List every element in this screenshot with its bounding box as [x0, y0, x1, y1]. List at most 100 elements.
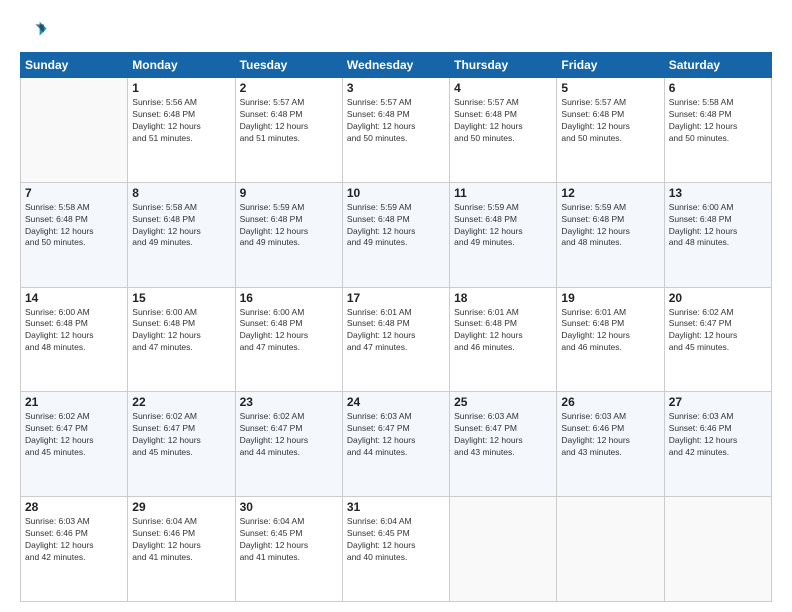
day-info: Sunrise: 5:57 AMSunset: 6:48 PMDaylight:…: [240, 97, 338, 145]
calendar: SundayMondayTuesdayWednesdayThursdayFrid…: [20, 52, 772, 602]
day-number: 20: [669, 291, 767, 305]
day-info: Sunrise: 5:58 AMSunset: 6:48 PMDaylight:…: [25, 202, 123, 250]
day-cell: 28Sunrise: 6:03 AMSunset: 6:46 PMDayligh…: [21, 497, 128, 602]
day-info: Sunrise: 6:00 AMSunset: 6:48 PMDaylight:…: [132, 307, 230, 355]
day-number: 6: [669, 81, 767, 95]
col-header-wednesday: Wednesday: [342, 53, 449, 78]
day-cell: 10 Sunrise: 5:59 AMSunset: 6:48 PMDayligh…: [342, 182, 449, 287]
day-info: Sunrise: 5:59 AMSunset: 6:48 PMDaylight:…: [240, 202, 338, 250]
day-info: Sunrise: 6:03 AMSunset: 6:47 PMDaylight:…: [347, 411, 445, 459]
day-number: 29: [132, 500, 230, 514]
day-info: Sunrise: 5:59 AMSunset: 6:48 PMDaylight:…: [347, 202, 445, 250]
day-info: Sunrise: 5:57 AMSunset: 6:48 PMDaylight:…: [347, 97, 445, 145]
week-row-2: 7 Sunrise: 5:58 AMSunset: 6:48 PMDaylight…: [21, 182, 772, 287]
day-info: Sunrise: 5:56 AMSunset: 6:48 PMDaylight:…: [132, 97, 230, 145]
header: [20, 16, 772, 44]
day-number: 14: [25, 291, 123, 305]
day-info: Sunrise: 6:04 AMSunset: 6:45 PMDaylight:…: [240, 516, 338, 564]
day-cell: 20 Sunrise: 6:02 AMSunset: 6:47 PMDayligh…: [664, 287, 771, 392]
day-cell: 31 Sunrise: 6:04 AMSunset: 6:45 PMDayligh…: [342, 497, 449, 602]
day-cell: 30 Sunrise: 6:04 AMSunset: 6:45 PMDayligh…: [235, 497, 342, 602]
day-number: 17: [347, 291, 445, 305]
day-info: Sunrise: 6:04 AMSunset: 6:45 PMDaylight:…: [347, 516, 445, 564]
day-info: Sunrise: 6:00 AMSunset: 6:48 PMDaylight:…: [240, 307, 338, 355]
day-cell: 13 Sunrise: 6:00 AMSunset: 6:48 PMDayligh…: [664, 182, 771, 287]
day-cell: 4Sunrise: 5:57 AMSunset: 6:48 PMDaylight…: [450, 78, 557, 183]
day-number: 31: [347, 500, 445, 514]
day-cell: 7 Sunrise: 5:58 AMSunset: 6:48 PMDaylight…: [21, 182, 128, 287]
day-info: Sunrise: 6:01 AMSunset: 6:48 PMDaylight:…: [454, 307, 552, 355]
day-cell: 3 Sunrise: 5:57 AMSunset: 6:48 PMDaylight…: [342, 78, 449, 183]
day-cell: 5 Sunrise: 5:57 AMSunset: 6:48 PMDaylight…: [557, 78, 664, 183]
day-number: 22: [132, 395, 230, 409]
week-row-3: 14 Sunrise: 6:00 AMSunset: 6:48 PMDayligh…: [21, 287, 772, 392]
day-info: Sunrise: 6:01 AMSunset: 6:48 PMDaylight:…: [561, 307, 659, 355]
day-number: 30: [240, 500, 338, 514]
col-header-monday: Monday: [128, 53, 235, 78]
day-info: Sunrise: 5:59 AMSunset: 6:48 PMDaylight:…: [561, 202, 659, 250]
day-cell: 15 Sunrise: 6:00 AMSunset: 6:48 PMDayligh…: [128, 287, 235, 392]
day-cell: 27Sunrise: 6:03 AMSunset: 6:46 PMDayligh…: [664, 392, 771, 497]
day-number: 26: [561, 395, 659, 409]
day-cell: 21Sunrise: 6:02 AMSunset: 6:47 PMDayligh…: [21, 392, 128, 497]
day-cell: 2 Sunrise: 5:57 AMSunset: 6:48 PMDaylight…: [235, 78, 342, 183]
day-cell: 22 Sunrise: 6:02 AMSunset: 6:47 PMDayligh…: [128, 392, 235, 497]
day-info: Sunrise: 5:59 AMSunset: 6:48 PMDaylight:…: [454, 202, 552, 250]
day-number: 12: [561, 186, 659, 200]
day-info: Sunrise: 5:57 AMSunset: 6:48 PMDaylight:…: [561, 97, 659, 145]
col-header-saturday: Saturday: [664, 53, 771, 78]
day-number: 11: [454, 186, 552, 200]
day-number: 23: [240, 395, 338, 409]
day-number: 10: [347, 186, 445, 200]
day-cell: 23Sunrise: 6:02 AMSunset: 6:47 PMDayligh…: [235, 392, 342, 497]
day-cell: 1 Sunrise: 5:56 AMSunset: 6:48 PMDaylight…: [128, 78, 235, 183]
day-info: Sunrise: 6:03 AMSunset: 6:46 PMDaylight:…: [25, 516, 123, 564]
page: SundayMondayTuesdayWednesdayThursdayFrid…: [0, 0, 792, 612]
day-number: 4: [454, 81, 552, 95]
day-cell: 19 Sunrise: 6:01 AMSunset: 6:48 PMDayligh…: [557, 287, 664, 392]
week-row-4: 21Sunrise: 6:02 AMSunset: 6:47 PMDayligh…: [21, 392, 772, 497]
day-number: 25: [454, 395, 552, 409]
day-number: 3: [347, 81, 445, 95]
day-info: Sunrise: 6:03 AMSunset: 6:46 PMDaylight:…: [669, 411, 767, 459]
day-info: Sunrise: 5:58 AMSunset: 6:48 PMDaylight:…: [669, 97, 767, 145]
day-info: Sunrise: 6:03 AMSunset: 6:47 PMDaylight:…: [454, 411, 552, 459]
day-info: Sunrise: 5:58 AMSunset: 6:48 PMDaylight:…: [132, 202, 230, 250]
logo: [20, 16, 52, 44]
day-number: 7: [25, 186, 123, 200]
col-header-sunday: Sunday: [21, 53, 128, 78]
day-cell: 25 Sunrise: 6:03 AMSunset: 6:47 PMDayligh…: [450, 392, 557, 497]
week-row-5: 28Sunrise: 6:03 AMSunset: 6:46 PMDayligh…: [21, 497, 772, 602]
day-cell: 29Sunrise: 6:04 AMSunset: 6:46 PMDayligh…: [128, 497, 235, 602]
day-number: 16: [240, 291, 338, 305]
day-number: 18: [454, 291, 552, 305]
day-cell: 18 Sunrise: 6:01 AMSunset: 6:48 PMDayligh…: [450, 287, 557, 392]
day-cell: [21, 78, 128, 183]
col-header-friday: Friday: [557, 53, 664, 78]
day-info: Sunrise: 6:02 AMSunset: 6:47 PMDaylight:…: [669, 307, 767, 355]
day-number: 19: [561, 291, 659, 305]
day-number: 2: [240, 81, 338, 95]
day-info: Sunrise: 6:00 AMSunset: 6:48 PMDaylight:…: [669, 202, 767, 250]
day-cell: 16 Sunrise: 6:00 AMSunset: 6:48 PMDayligh…: [235, 287, 342, 392]
day-cell: 6 Sunrise: 5:58 AMSunset: 6:48 PMDaylight…: [664, 78, 771, 183]
day-cell: [664, 497, 771, 602]
week-row-1: 1 Sunrise: 5:56 AMSunset: 6:48 PMDaylight…: [21, 78, 772, 183]
header-row: SundayMondayTuesdayWednesdayThursdayFrid…: [21, 53, 772, 78]
day-cell: 11 Sunrise: 5:59 AMSunset: 6:48 PMDayligh…: [450, 182, 557, 287]
day-cell: 14 Sunrise: 6:00 AMSunset: 6:48 PMDayligh…: [21, 287, 128, 392]
col-header-thursday: Thursday: [450, 53, 557, 78]
day-cell: 9 Sunrise: 5:59 AMSunset: 6:48 PMDaylight…: [235, 182, 342, 287]
day-number: 13: [669, 186, 767, 200]
day-number: 1: [132, 81, 230, 95]
day-info: Sunrise: 6:02 AMSunset: 6:47 PMDaylight:…: [132, 411, 230, 459]
day-number: 15: [132, 291, 230, 305]
day-info: Sunrise: 6:00 AMSunset: 6:48 PMDaylight:…: [25, 307, 123, 355]
day-cell: 12 Sunrise: 5:59 AMSunset: 6:48 PMDayligh…: [557, 182, 664, 287]
day-number: 9: [240, 186, 338, 200]
day-info: Sunrise: 6:03 AMSunset: 6:46 PMDaylight:…: [561, 411, 659, 459]
day-number: 5: [561, 81, 659, 95]
day-number: 8: [132, 186, 230, 200]
day-cell: 17Sunrise: 6:01 AMSunset: 6:48 PMDayligh…: [342, 287, 449, 392]
day-cell: 26 Sunrise: 6:03 AMSunset: 6:46 PMDayligh…: [557, 392, 664, 497]
